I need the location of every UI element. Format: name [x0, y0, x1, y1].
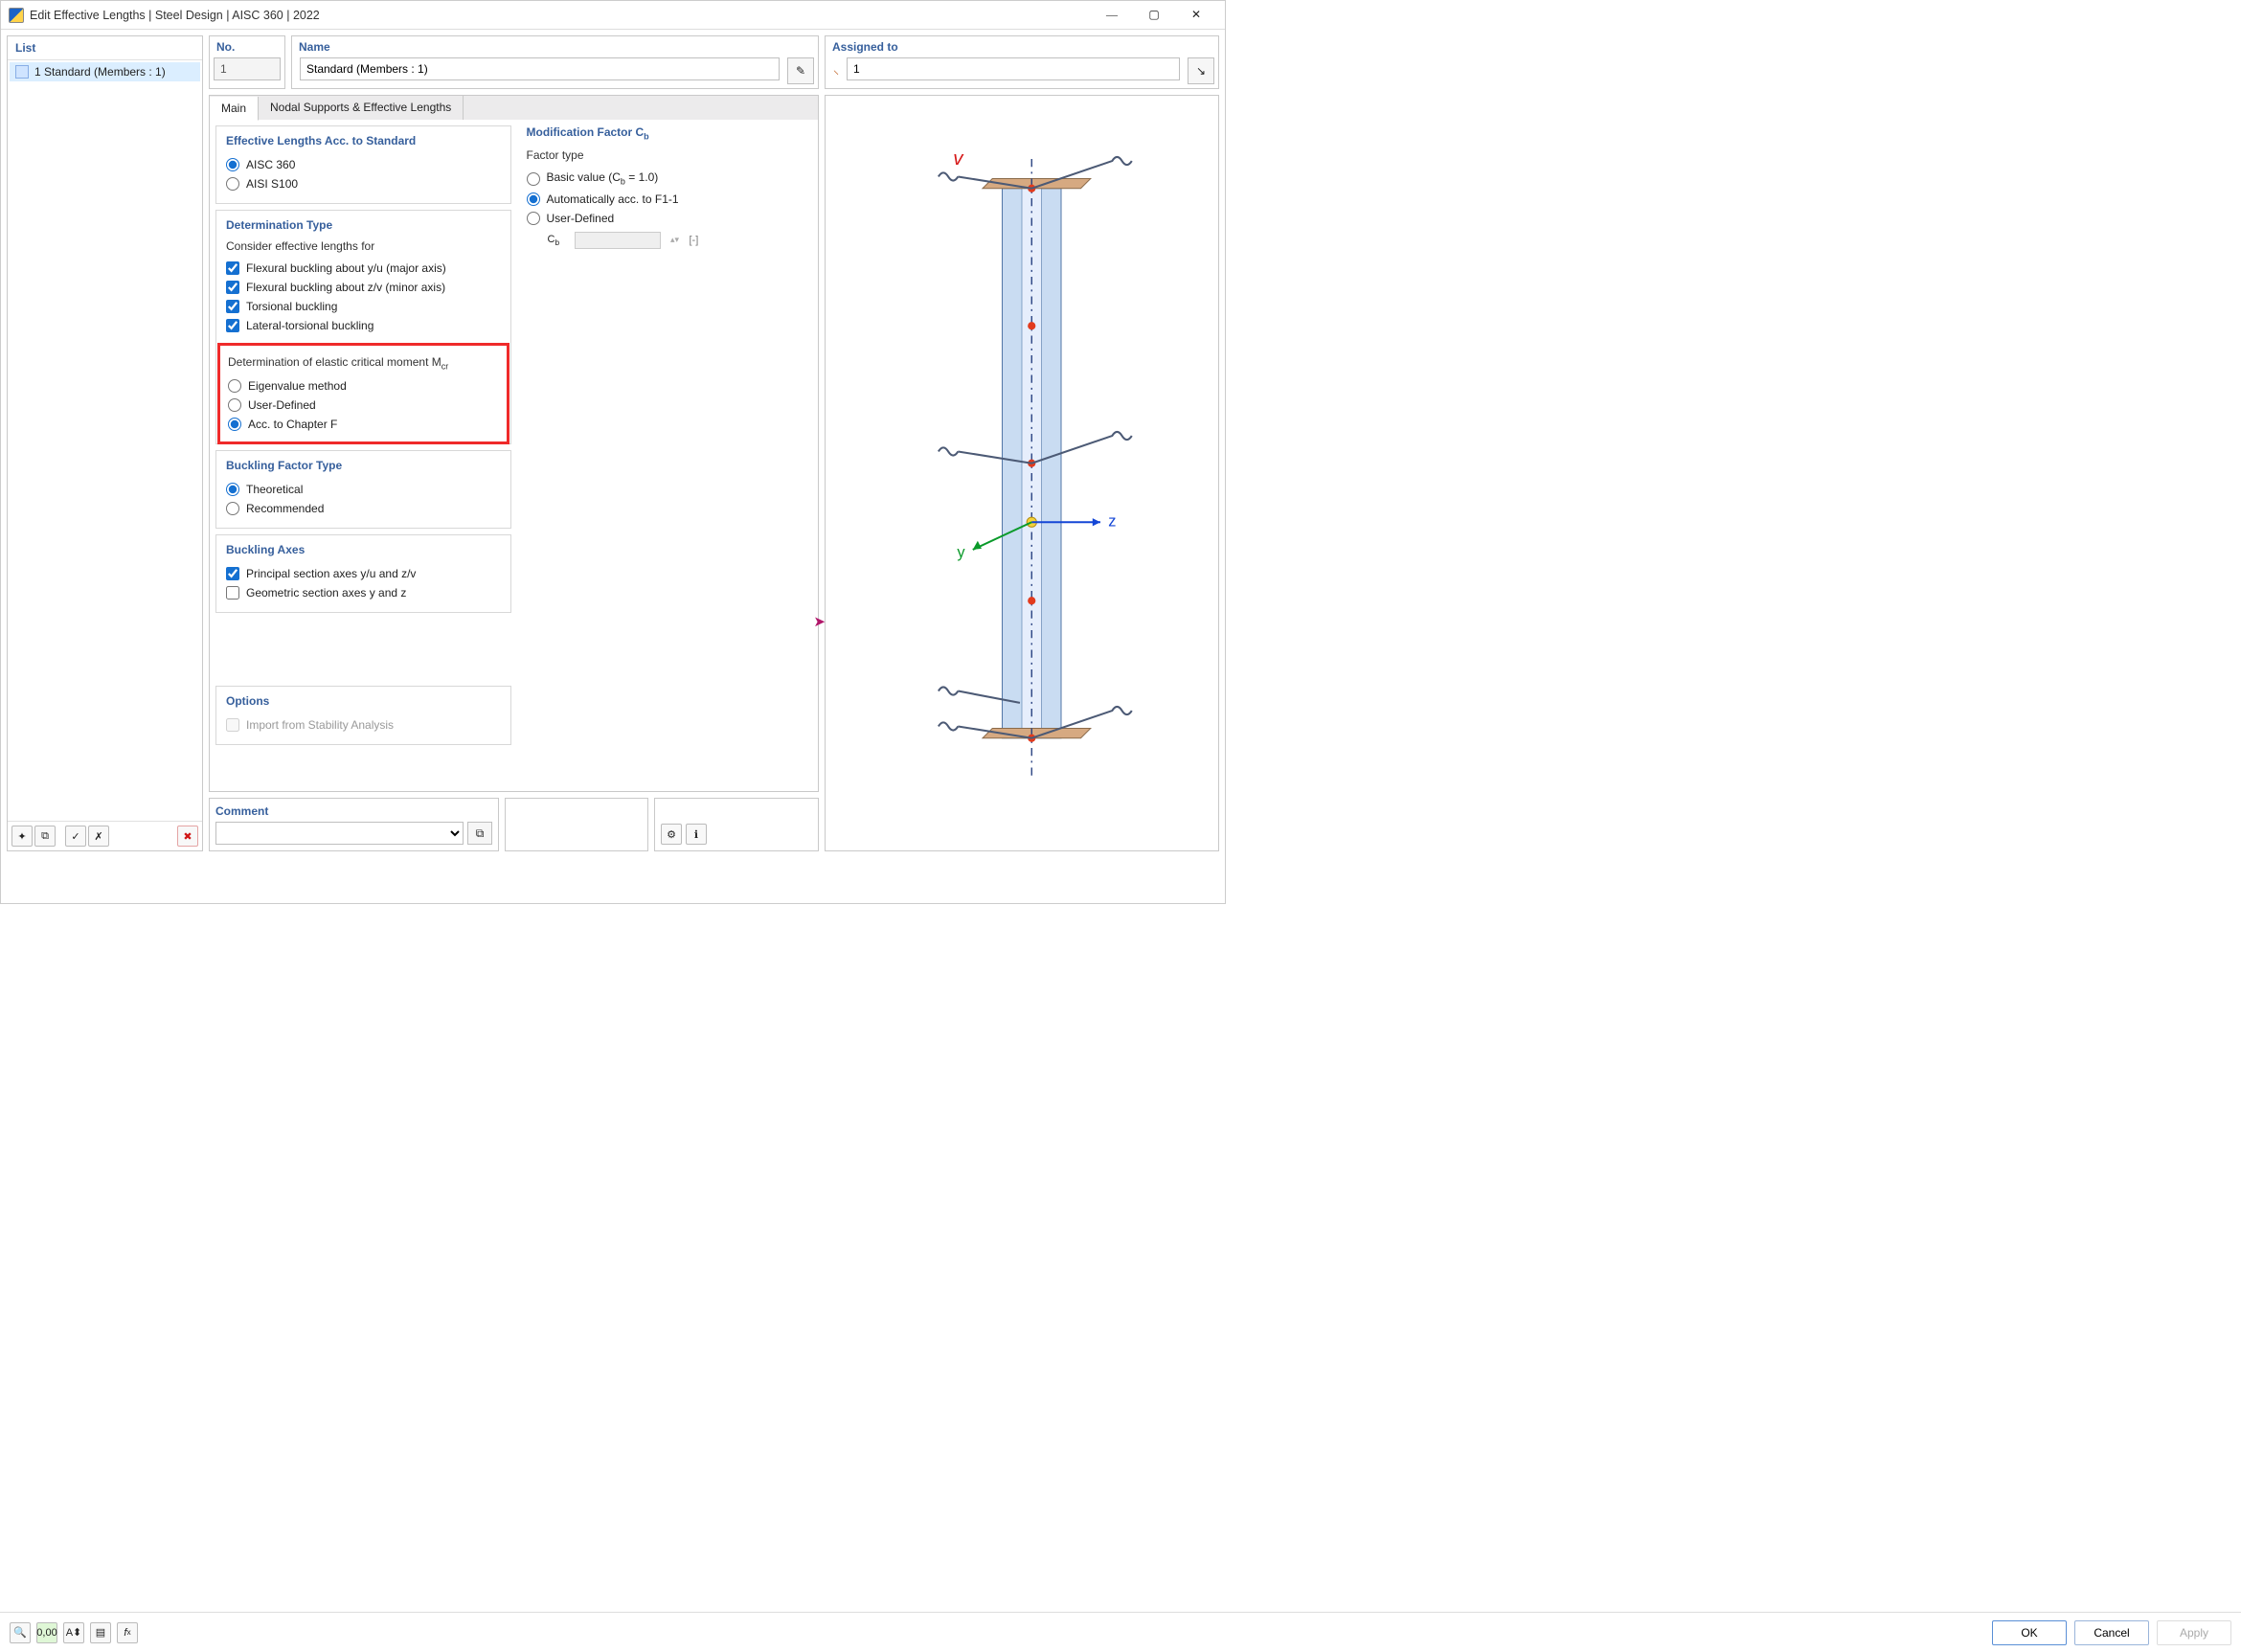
new-button[interactable]: ✦ — [11, 826, 33, 847]
name-field: Name ✎ — [291, 35, 819, 89]
opt-cb-basic[interactable]: Basic value (Cb = 1.0) — [527, 168, 804, 189]
opt-chapter-f[interactable]: Acc. to Chapter F — [228, 415, 499, 434]
eff-title: Effective Lengths Acc. to Standard — [226, 134, 501, 147]
delete-button[interactable]: ✖ — [177, 826, 198, 847]
help-button[interactable]: 🔍 — [10, 1622, 31, 1643]
copy-button[interactable]: ⧉ — [34, 826, 56, 847]
member-icon — [15, 65, 29, 79]
aux-box-1 — [505, 798, 648, 851]
spinner-icon: ▴▾ — [668, 235, 682, 245]
list-toolbar: ✦ ⧉ ✓ ✗ ✖ — [8, 821, 202, 850]
bft-title: Buckling Factor Type — [226, 459, 501, 472]
comment-box: Comment ⧉ — [209, 798, 499, 851]
chk-torsional[interactable]: Torsional buckling — [226, 297, 501, 316]
no-input[interactable] — [214, 57, 281, 80]
chk-geometric-axes[interactable]: Geometric section axes y and z — [226, 583, 501, 602]
view-info-button[interactable]: ℹ — [686, 824, 707, 845]
pick-button[interactable]: ↘ — [1188, 57, 1214, 84]
mcr-label: Determination of elastic critical moment… — [228, 355, 499, 371]
minimize-button[interactable]: — — [1091, 2, 1133, 29]
edit-name-button[interactable]: ✎ — [787, 57, 814, 84]
tool-a-button[interactable]: A⬍ — [63, 1622, 84, 1643]
tool-b-button[interactable]: ▤ — [90, 1622, 111, 1643]
section-cb: Modification Factor Cb Factor type Basic… — [517, 125, 813, 259]
opt-aisis100[interactable]: AISI S100 — [226, 174, 501, 193]
name-input[interactable] — [300, 57, 780, 80]
svg-text:z: z — [1108, 512, 1116, 530]
section-effective-lengths: Effective Lengths Acc. to Standard AISC … — [215, 125, 511, 204]
axes-title: Buckling Axes — [226, 543, 501, 556]
preview-viewport[interactable]: z y v ➤ — [826, 96, 1218, 850]
maximize-button[interactable]: ▢ — [1133, 2, 1175, 29]
cb-title: Modification Factor Cb — [527, 125, 804, 141]
chk-ltb[interactable]: Lateral-torsional buckling — [226, 316, 501, 335]
det-subhead: Consider effective lengths for — [226, 239, 501, 253]
cb-unit: [-] — [690, 235, 699, 246]
svg-text:y: y — [957, 544, 965, 561]
assigned-icon: ⸜ — [829, 57, 839, 84]
chk-import-stability: Import from Stability Analysis — [226, 715, 501, 735]
view-settings-button[interactable]: ⚙ — [661, 824, 682, 845]
units-button[interactable]: 0,00 — [36, 1622, 57, 1643]
list-item[interactable]: 1 Standard (Members : 1) — [10, 62, 200, 81]
cancel-button[interactable]: Cancel — [2074, 1620, 2149, 1645]
opt-aisc360[interactable]: AISC 360 — [226, 155, 501, 174]
section-buckling-factor: Buckling Factor Type Theoretical Recomme… — [215, 450, 511, 529]
window-title: Edit Effective Lengths | Steel Design | … — [30, 9, 320, 22]
title-bar: Edit Effective Lengths | Steel Design | … — [1, 1, 1225, 30]
svg-text:v: v — [953, 147, 964, 170]
comment-input[interactable] — [215, 822, 464, 845]
chk-flex-minor[interactable]: Flexural buckling about z/v (minor axis) — [226, 278, 501, 297]
comment-title: Comment — [215, 804, 492, 818]
tool-fx-button[interactable]: fx — [117, 1622, 138, 1643]
check-on-button[interactable]: ✓ — [65, 826, 86, 847]
aux-box-2: ⚙ ℹ — [654, 798, 819, 851]
check-off-button[interactable]: ✗ — [88, 826, 109, 847]
preview-panel: z y v ➤ — [825, 95, 1219, 851]
app-icon — [9, 8, 24, 23]
section-buckling-axes: Buckling Axes Principal section axes y/u… — [215, 534, 511, 613]
assigned-input[interactable] — [847, 57, 1180, 80]
opt-user-defined[interactable]: User-Defined — [228, 396, 499, 415]
det-title: Determination Type — [226, 218, 501, 232]
section-options: Options Import from Stability Analysis — [215, 686, 511, 745]
column-right: Modification Factor Cb Factor type Basic… — [517, 125, 813, 785]
list-panel: List 1 Standard (Members : 1) ✦ ⧉ ✓ ✗ ✖ — [7, 35, 203, 851]
dialog-footer: 🔍 0,00 A⬍ ▤ fx OK Cancel Apply — [0, 1612, 2241, 1652]
opt-cb-auto[interactable]: Automatically acc. to F1-1 — [527, 190, 804, 209]
no-field: No. — [209, 35, 285, 89]
assigned-label: Assigned to — [826, 36, 1218, 57]
ok-button[interactable]: OK — [1992, 1620, 2067, 1645]
list-header: List — [8, 36, 202, 60]
preview-svg: z y v — [826, 96, 1218, 850]
cb-value-field: Cb ▴▾ [-] — [527, 232, 804, 249]
apply-button: Apply — [2157, 1620, 2231, 1645]
name-label: Name — [292, 36, 818, 57]
chk-flex-major[interactable]: Flexural buckling about y/u (major axis) — [226, 259, 501, 278]
section-determination: Determination Type Consider effective le… — [215, 210, 511, 444]
opt-theoretical[interactable]: Theoretical — [226, 480, 501, 499]
opt-recommended[interactable]: Recommended — [226, 499, 501, 518]
close-button[interactable]: ✕ — [1175, 2, 1217, 29]
chk-principal-axes[interactable]: Principal section axes y/u and z/v — [226, 564, 501, 583]
mcr-highlight: Determination of elastic critical moment… — [217, 343, 509, 444]
opt-eigenvalue[interactable]: Eigenvalue method — [228, 376, 499, 396]
comment-pick-button[interactable]: ⧉ — [467, 822, 492, 845]
list-item-label: 1 Standard (Members : 1) — [34, 65, 166, 79]
tabs: Main Nodal Supports & Effective Lengths — [209, 95, 819, 120]
tab-nodal[interactable]: Nodal Supports & Effective Lengths — [259, 96, 464, 120]
column-left: Effective Lengths Acc. to Standard AISC … — [215, 125, 511, 785]
options-title: Options — [226, 694, 501, 708]
no-label: No. — [210, 36, 284, 57]
cursor-icon: ➤ — [813, 613, 826, 630]
tab-main[interactable]: Main — [210, 97, 259, 121]
assigned-field: Assigned to ⸜ ↘ — [825, 35, 1219, 89]
cb-input — [575, 232, 661, 249]
opt-cb-user[interactable]: User-Defined — [527, 209, 804, 228]
cb-subhead: Factor type — [527, 148, 804, 162]
